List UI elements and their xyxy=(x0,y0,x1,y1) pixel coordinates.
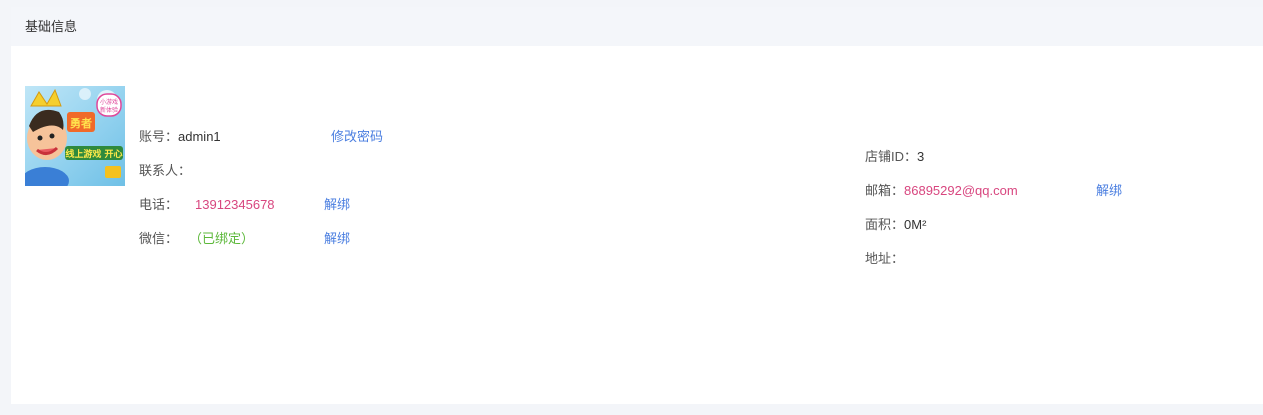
panel-title: 基础信息 xyxy=(11,7,1263,46)
change-password-link[interactable]: 修改密码 xyxy=(331,128,383,146)
email-label: 邮箱： xyxy=(865,183,905,198)
area-value: 0M² xyxy=(904,217,927,232)
wechat-unbind-link[interactable]: 解绑 xyxy=(324,230,350,248)
account-row: 账号：admin1 修改密码 xyxy=(139,128,499,146)
basic-info-panel: 基础信息 勇者 小游戏 新体验 线上游戏 开心 账号：admin1 修改密码 联… xyxy=(11,7,1263,404)
address-row: 地址： xyxy=(865,250,1065,268)
account-value: admin1 xyxy=(178,129,221,144)
email-value: 86895292@qq.com xyxy=(904,183,1018,198)
store-id-row: 店铺ID：3 xyxy=(865,148,1065,166)
phone-value: 13912345678 xyxy=(195,197,275,212)
wechat-label: 微信： xyxy=(139,231,179,246)
phone-row: 电话： 13912345678 解绑 xyxy=(139,196,439,214)
phone-label: 电话： xyxy=(139,197,179,212)
account-label: 账号： xyxy=(139,129,179,144)
phone-unbind-link[interactable]: 解绑 xyxy=(324,196,350,214)
svg-text:新体验: 新体验 xyxy=(100,106,118,114)
address-label: 地址： xyxy=(865,251,905,266)
svg-text:勇者: 勇者 xyxy=(70,116,92,130)
contact-row: 联系人： xyxy=(139,162,339,180)
email-row: 邮箱：86895292@qq.com 解绑 xyxy=(865,182,1165,200)
avatar-image: 勇者 小游戏 新体验 线上游戏 开心 xyxy=(25,86,125,186)
svg-text:线上游戏 开心: 线上游戏 开心 xyxy=(65,148,122,160)
contact-label: 联系人： xyxy=(139,163,192,178)
svg-text:小游戏: 小游戏 xyxy=(100,98,118,106)
store-id-value: 3 xyxy=(917,149,925,164)
area-label: 面积： xyxy=(865,217,905,232)
wechat-row: 微信： （已绑定） 解绑 xyxy=(139,230,439,248)
store-avatar: 勇者 小游戏 新体验 线上游戏 开心 xyxy=(25,86,125,186)
wechat-status: （已绑定） xyxy=(189,231,255,246)
area-row: 面积：0M² xyxy=(865,216,1065,234)
store-id-label: 店铺ID： xyxy=(865,149,918,164)
email-unbind-link[interactable]: 解绑 xyxy=(1096,182,1122,200)
